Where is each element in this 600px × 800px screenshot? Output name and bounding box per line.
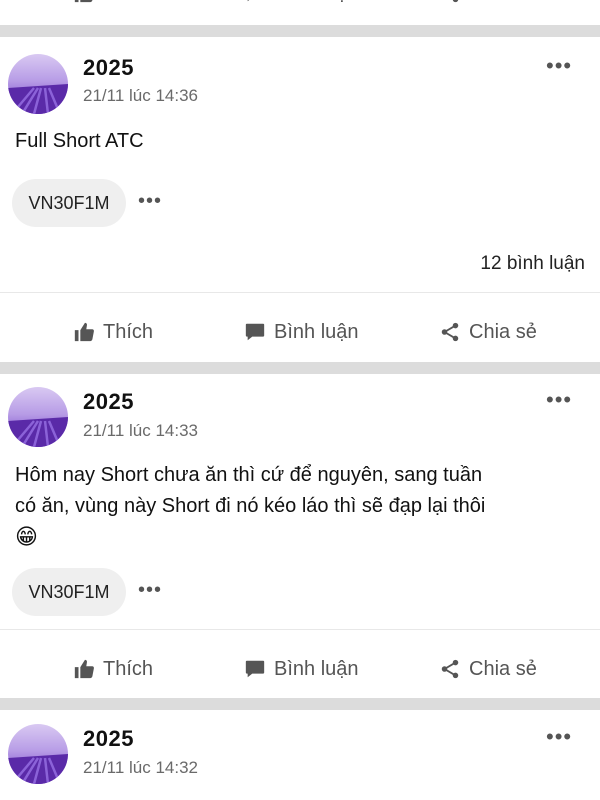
share-button[interactable]: Chia sẻ bbox=[438, 320, 537, 344]
post-author[interactable]: 2025 bbox=[83, 726, 134, 752]
post-timestamp: 21/11 lúc 14:32 bbox=[83, 758, 198, 777]
share-label: Chia sẻ bbox=[469, 657, 537, 680]
post-timestamp: 21/11 lúc 14:36 bbox=[83, 86, 198, 105]
post-card: 2025 21/11 lúc 14:33 ••• Hôm nay Short c… bbox=[0, 374, 600, 698]
post-author[interactable]: 2025 bbox=[83, 55, 134, 81]
share-button[interactable]: Chia sẻ bbox=[438, 657, 537, 681]
speech-bubble-icon bbox=[243, 320, 267, 344]
share-icon bbox=[438, 320, 462, 344]
thumbs-up-icon bbox=[72, 657, 96, 681]
speech-bubble-icon bbox=[243, 657, 267, 681]
post-text-line: Hôm nay Short chưa ăn thì cứ để nguyên, … bbox=[15, 464, 483, 486]
more-options-icon[interactable]: ••• bbox=[546, 724, 572, 750]
post-timestamp: 21/11 lúc 14:33 bbox=[83, 421, 198, 440]
thumbs-up-icon bbox=[72, 320, 96, 344]
post-text: Full Short ATC bbox=[15, 130, 144, 152]
thumbs-up-icon bbox=[72, 0, 96, 5]
like-button[interactable]: Thích bbox=[72, 320, 153, 344]
tag-chip[interactable]: VN30F1M bbox=[12, 179, 126, 227]
comment-label: Bình luận bbox=[274, 657, 359, 680]
comment-button[interactable]: Bình luận bbox=[243, 657, 359, 681]
avatar[interactable] bbox=[8, 54, 68, 114]
avatar[interactable] bbox=[8, 387, 68, 447]
share-icon bbox=[438, 657, 462, 681]
more-options-icon[interactable]: ••• bbox=[546, 53, 572, 79]
tag-chip[interactable]: VN30F1M bbox=[12, 568, 126, 616]
post-actions: Thích Bình luận Chia sẻ bbox=[0, 642, 600, 696]
feed-divider bbox=[0, 362, 600, 374]
like-label: Thích bbox=[103, 657, 154, 680]
post-card: 2025 21/11 lúc 14:32 ••• bbox=[0, 710, 600, 800]
tag-more-icon[interactable]: ••• bbox=[138, 190, 162, 213]
speech-bubble-icon bbox=[243, 0, 267, 5]
separator bbox=[0, 292, 600, 293]
like-button[interactable]: Thích bbox=[72, 657, 153, 681]
like-label: Thích bbox=[103, 0, 153, 5]
post-text: Hôm nay Short chưa ăn thì cứ để nguyên, … bbox=[15, 460, 575, 553]
tag-more-icon[interactable]: ••• bbox=[138, 579, 162, 602]
comment-button[interactable]: Bình luận bbox=[243, 0, 359, 5]
feed-divider bbox=[0, 698, 600, 710]
feed-divider bbox=[0, 25, 600, 37]
like-label: Thích bbox=[103, 320, 154, 343]
share-label: Chia sẻ bbox=[469, 320, 537, 343]
comment-label: Bình luận bbox=[274, 320, 359, 343]
avatar[interactable] bbox=[8, 724, 68, 784]
like-button[interactable]: Thích bbox=[72, 0, 153, 5]
post-actions: Thích Bình luận Chia sẻ bbox=[0, 305, 600, 359]
share-button[interactable]: Chia sẻ bbox=[438, 0, 537, 5]
grin-emoji: 😁 bbox=[15, 525, 38, 550]
comment-button[interactable]: Bình luận bbox=[243, 320, 359, 344]
share-label: Chia sẻ bbox=[469, 0, 537, 5]
post-card: 2025 21/11 lúc 14:36 ••• Full Short ATC … bbox=[0, 37, 600, 362]
more-options-icon[interactable]: ••• bbox=[546, 387, 572, 413]
post-text-line: có ăn, vùng này Short đi nó kéo láo thì … bbox=[15, 495, 486, 517]
post-author[interactable]: 2025 bbox=[83, 389, 134, 415]
share-icon bbox=[438, 0, 462, 5]
comment-label: Bình luận bbox=[274, 0, 359, 5]
comment-count[interactable]: 12 bình luận bbox=[480, 253, 585, 275]
post-0-actions: Thích Bình luận Chia sẻ bbox=[0, 0, 600, 20]
separator bbox=[0, 629, 600, 630]
